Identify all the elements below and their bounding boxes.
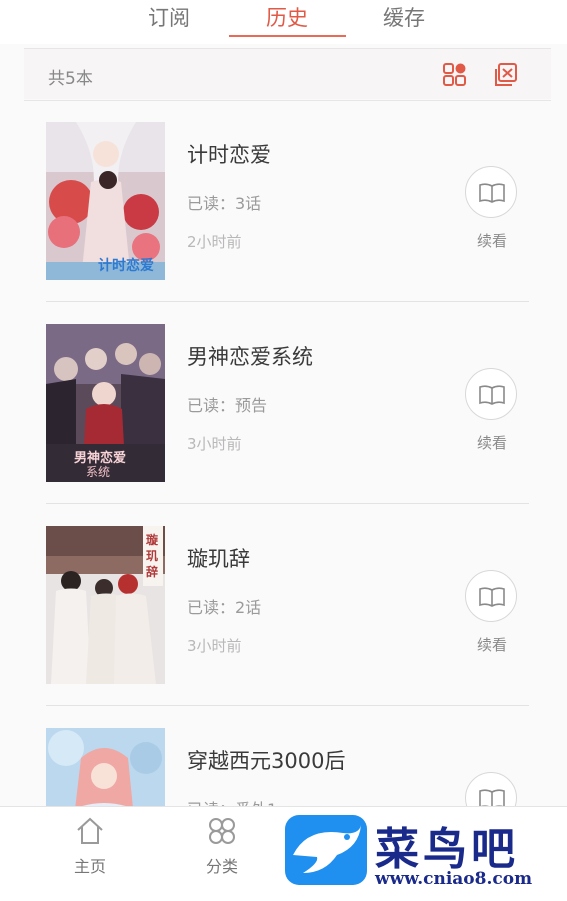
svg-text:璇: 璇 bbox=[146, 532, 159, 547]
history-count: 共5本 bbox=[48, 69, 93, 89]
read-time: 3小时前 bbox=[187, 435, 242, 453]
read-time: 3小时前 bbox=[187, 637, 242, 655]
tab-history[interactable]: 历史 bbox=[242, 2, 332, 32]
nav-category[interactable]: 分类 bbox=[182, 815, 262, 877]
grid-view-icon[interactable] bbox=[442, 62, 468, 88]
list-item[interactable]: 璇 玑 辞 璇玑辞 已读：2话 3小时前 续看 bbox=[0, 505, 567, 707]
read-progress: 已读：预告 bbox=[187, 396, 268, 415]
comic-cover-image[interactable]: 男神恋爱 系统 bbox=[46, 324, 165, 482]
continue-reading-button[interactable] bbox=[465, 166, 517, 218]
comic-title[interactable]: 男神恋爱系统 bbox=[187, 341, 313, 371]
tab-cache[interactable]: 缓存 bbox=[359, 2, 449, 32]
svg-text:辞: 辞 bbox=[146, 564, 158, 579]
item-divider bbox=[46, 705, 529, 706]
active-tab-indicator bbox=[229, 35, 346, 37]
watermark: 菜鸟吧 www.cniao8.com bbox=[283, 815, 567, 900]
watermark-name: 菜鸟吧 bbox=[375, 824, 519, 875]
comic-title[interactable]: 璇玑辞 bbox=[187, 543, 250, 573]
book-icon bbox=[479, 587, 505, 607]
read-time: 2小时前 bbox=[187, 233, 242, 251]
nav-home-label: 主页 bbox=[73, 857, 106, 876]
svg-text:系统: 系统 bbox=[86, 465, 110, 479]
svg-text:男神恋爱: 男神恋爱 bbox=[74, 450, 126, 466]
continue-reading-button[interactable] bbox=[465, 772, 517, 806]
continue-label[interactable]: 续看 bbox=[466, 432, 518, 453]
nav-category-label: 分类 bbox=[205, 857, 238, 876]
item-divider bbox=[46, 503, 529, 504]
list-item[interactable]: 穿越西元3000后 已读：番外1 bbox=[0, 707, 567, 806]
list-item[interactable]: 男神恋爱 系统 男神恋爱系统 已读：预告 3小时前 续看 bbox=[0, 303, 567, 505]
svg-text:玑: 玑 bbox=[146, 549, 158, 563]
clear-history-icon[interactable] bbox=[493, 62, 519, 88]
svg-text:计时恋爱: 计时恋爱 bbox=[98, 257, 154, 274]
comic-cover-image[interactable]: 计时恋爱 bbox=[46, 122, 165, 280]
history-summary-bar: 共5本 bbox=[24, 49, 551, 99]
category-icon bbox=[209, 818, 235, 844]
continue-label[interactable]: 续看 bbox=[466, 634, 518, 655]
nav-home[interactable]: 主页 bbox=[50, 815, 130, 877]
book-icon bbox=[479, 385, 505, 405]
read-progress: 已读：3话 bbox=[187, 194, 262, 213]
read-progress: 已读：番外1 bbox=[187, 796, 277, 806]
comic-title[interactable]: 穿越西元3000后 bbox=[187, 745, 345, 775]
comic-cover-image[interactable] bbox=[46, 728, 165, 806]
bird-logo-icon bbox=[285, 815, 367, 885]
item-divider bbox=[46, 301, 529, 302]
history-list: 计时恋爱 计时恋爱 已读：3话 2小时前 续看 男神恋爱 系统 男神恋爱系统 已… bbox=[0, 101, 567, 806]
continue-label[interactable]: 续看 bbox=[466, 230, 518, 251]
continue-reading-button[interactable] bbox=[465, 570, 517, 622]
book-icon bbox=[479, 789, 505, 806]
read-progress: 已读：2话 bbox=[187, 598, 262, 617]
comic-cover-image[interactable]: 璇 玑 辞 bbox=[46, 526, 165, 684]
home-icon bbox=[77, 817, 103, 844]
tab-subscribe[interactable]: 订阅 bbox=[124, 2, 214, 32]
top-tab-bar: 订阅 历史 缓存 bbox=[0, 0, 567, 44]
comic-title[interactable]: 计时恋爱 bbox=[187, 139, 271, 169]
list-item[interactable]: 计时恋爱 计时恋爱 已读：3话 2小时前 续看 bbox=[0, 101, 567, 303]
watermark-url: www.cniao8.com bbox=[375, 869, 533, 889]
book-icon bbox=[479, 183, 505, 203]
continue-reading-button[interactable] bbox=[465, 368, 517, 420]
